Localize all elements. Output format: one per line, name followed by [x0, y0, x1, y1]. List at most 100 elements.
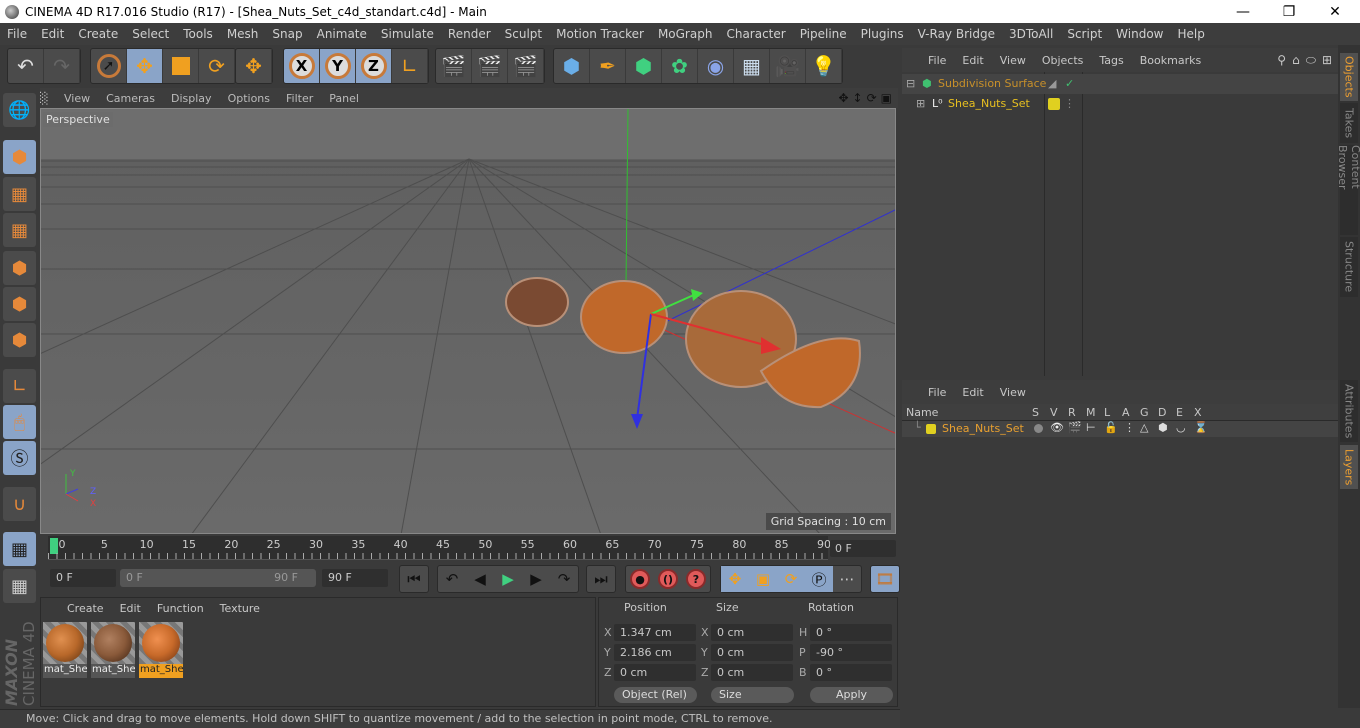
next-key-icon[interactable]: ↷ [550, 566, 578, 592]
column-render[interactable]: R [1068, 406, 1076, 419]
play-icon[interactable]: ▶ [494, 566, 522, 592]
snap-icon[interactable]: ∪ [3, 487, 36, 521]
generators-toggle-icon[interactable]: △ [1140, 421, 1148, 434]
workplane-lock-icon[interactable]: ▦ [3, 532, 36, 566]
subdivision-tag-icon[interactable]: ◢ [1048, 74, 1056, 94]
menu-mesh[interactable]: Mesh [220, 27, 266, 41]
points-mode-icon[interactable]: ⬢ [3, 251, 36, 285]
menu-animate[interactable]: Animate [310, 27, 374, 41]
menu-simulate[interactable]: Simulate [374, 27, 441, 41]
orbit-icon[interactable]: ⟳ [867, 91, 877, 105]
frame-range-slider[interactable]: 0 F 90 F [120, 569, 316, 587]
tab-objects[interactable]: Objects [1340, 53, 1358, 101]
cube-icon[interactable]: ⬢ [554, 49, 590, 83]
column-view[interactable]: V [1050, 406, 1058, 419]
workplane-icon[interactable]: ▦ [3, 213, 36, 247]
layer-name[interactable]: Shea_Nuts_Set [942, 422, 1024, 435]
viewport-menu-filter[interactable]: Filter [278, 92, 321, 105]
viewport[interactable]: Y Z X Perspective Grid Spacing : 10 cm [40, 108, 896, 534]
end-frame-field[interactable]: 90 F [322, 569, 388, 587]
deformers-toggle-icon[interactable]: ⬢ [1158, 421, 1168, 434]
column-manager[interactable]: M [1086, 406, 1096, 419]
tab-content-browser[interactable]: Content Browser [1336, 145, 1360, 235]
solo-toggle-icon[interactable] [1034, 424, 1043, 433]
menu-render[interactable]: Render [441, 27, 498, 41]
objects-menu-tags[interactable]: Tags [1091, 54, 1131, 67]
previous-frame-icon[interactable]: ◀ [466, 566, 494, 592]
z-axis-lock-icon[interactable]: Z [356, 49, 392, 83]
menu-pipeline[interactable]: Pipeline [793, 27, 854, 41]
menu-select[interactable]: Select [125, 27, 176, 41]
home-icon[interactable]: ⌂ [1292, 53, 1300, 68]
material-swatch[interactable]: mat_She [91, 622, 135, 678]
column-animation[interactable]: A [1122, 406, 1130, 419]
undo-icon[interactable]: ↶ [8, 49, 44, 83]
start-frame-field[interactable]: 0 F [50, 569, 116, 587]
maximize-icon[interactable]: ❐ [1266, 0, 1312, 23]
timeline-ruler[interactable]: 0 5 10 15 20 25 30 35 40 45 50 55 60 65 70 75 80 85 90 [48, 536, 831, 560]
column-xref[interactable]: X [1194, 406, 1202, 419]
playhead-marker[interactable] [50, 538, 58, 554]
next-frame-icon[interactable]: ▶ [522, 566, 550, 592]
pen-icon[interactable]: ✒ [590, 49, 626, 83]
pan-icon[interactable]: ✥ [838, 91, 848, 105]
collapse-icon[interactable]: ⊟ [906, 74, 915, 94]
minimize-icon[interactable]: — [1220, 0, 1266, 23]
deformer-icon[interactable]: ◉ [698, 49, 734, 83]
floor-icon[interactable]: ▦ [734, 49, 770, 83]
rotation-h-field[interactable]: 0 ° [810, 624, 892, 641]
y-axis-lock-icon[interactable]: Y [320, 49, 356, 83]
material-swatch[interactable]: mat_She [43, 622, 87, 678]
column-deformers[interactable]: D [1158, 406, 1166, 419]
go-to-start-icon[interactable]: ⏮ [400, 566, 428, 592]
objects-menu-file[interactable]: File [920, 54, 954, 67]
xref-toggle-icon[interactable]: ⌛ [1194, 421, 1208, 434]
rotation-b-field[interactable]: 0 ° [810, 664, 892, 681]
viewport-menu-options[interactable]: Options [220, 92, 278, 105]
size-y-field[interactable]: 0 cm [711, 644, 793, 661]
menu-tools[interactable]: Tools [176, 27, 220, 41]
material-menu-create[interactable]: Create [59, 602, 112, 615]
record-keys-icon[interactable]: ● [626, 566, 654, 592]
coordinate-system-icon[interactable]: ∟ [392, 49, 428, 83]
lock-toggle-icon[interactable]: 🔓 [1104, 421, 1118, 434]
zoom-icon[interactable]: ↕ [853, 91, 863, 105]
workplane-tool-icon[interactable]: ▦ [3, 569, 36, 603]
objects-menu-edit[interactable]: Edit [954, 54, 991, 67]
position-z-field[interactable]: 0 cm [614, 664, 696, 681]
render-settings-icon[interactable]: 🎬 [508, 49, 544, 83]
light-icon[interactable]: 💡 [806, 49, 842, 83]
recent-tools-icon[interactable]: ✥ [236, 49, 272, 83]
object-row-shea-nuts-set[interactable]: ⊞ L⁰ Shea_Nuts_Set ⋮ [902, 94, 1338, 114]
mograph-cloner-icon[interactable]: ✿ [662, 49, 698, 83]
viewport-menu-display[interactable]: Display [163, 92, 220, 105]
viewport-menu-cameras[interactable]: Cameras [98, 92, 163, 105]
menu-snap[interactable]: Snap [265, 27, 309, 41]
key-pla-icon[interactable]: ⋯ [833, 566, 861, 592]
viewport-menu-view[interactable]: View [56, 92, 98, 105]
size-x-field[interactable]: 0 cm [711, 624, 793, 641]
layer-row[interactable]: └ Shea_Nuts_Set 👁 🎬 ⊢ 🔓 ⋮ △ ⬢ ◡ ⌛ [902, 421, 1338, 437]
tab-structure[interactable]: Structure [1340, 237, 1358, 297]
model-mode-icon[interactable]: ⬢ [3, 140, 36, 174]
render-view-icon[interactable]: 🎬 [436, 49, 472, 83]
menu-file[interactable]: File [0, 27, 34, 41]
render-picture-viewer-icon[interactable]: 🎬 [472, 49, 508, 83]
object-row-subdivision[interactable]: ⊟ ⬢ Subdivision Surface ◢ ✓ [902, 74, 1338, 94]
objects-menu-view[interactable]: View [992, 54, 1034, 67]
menu-motion-tracker[interactable]: Motion Tracker [549, 27, 651, 41]
search-icon[interactable]: ⚲ [1277, 53, 1286, 68]
menu-vray-bridge[interactable]: V-Ray Bridge [911, 27, 1002, 41]
column-name[interactable]: Name [906, 406, 938, 419]
key-parameter-icon[interactable]: Ⓟ [805, 566, 833, 592]
camera-icon[interactable]: 🎥 [770, 49, 806, 83]
layers-menu-edit[interactable]: Edit [954, 386, 991, 399]
menu-window[interactable]: Window [1109, 27, 1170, 41]
tab-layers[interactable]: Layers [1340, 445, 1358, 489]
eye-icon[interactable]: ⬭ [1306, 53, 1316, 68]
tweak-mode-icon[interactable]: 🖱 [3, 405, 36, 439]
viewport-menu-panel[interactable]: Panel [321, 92, 367, 105]
go-to-end-icon[interactable]: ⏭ [587, 566, 615, 592]
render-toggle-icon[interactable]: 🎬 [1068, 421, 1082, 434]
size-z-field[interactable]: 0 cm [711, 664, 793, 681]
